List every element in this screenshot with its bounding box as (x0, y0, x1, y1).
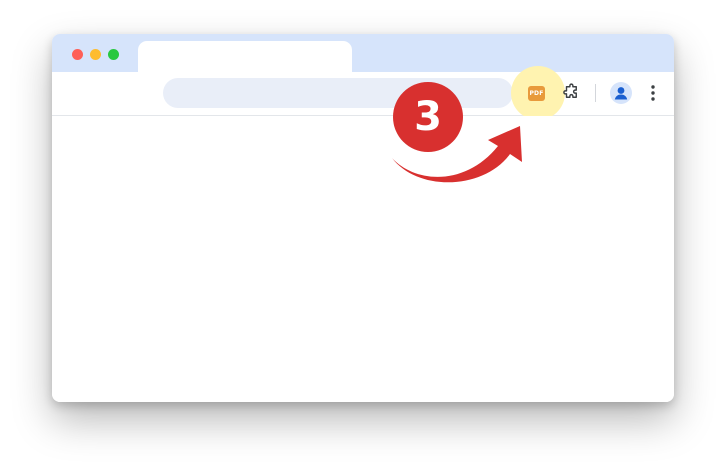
browser-toolbar: PDF (52, 66, 674, 120)
kebab-menu-icon[interactable] (648, 83, 658, 103)
pdf-extension-label: PDF (529, 90, 544, 97)
step-number-badge: 3 (393, 82, 463, 152)
pdf-extension-icon[interactable]: PDF (528, 86, 545, 101)
active-tab[interactable] (138, 41, 352, 75)
close-window-button[interactable] (72, 49, 83, 60)
screenshot-stage: PDF 3 (0, 0, 726, 471)
page-content-area (52, 116, 674, 402)
browser-window: PDF (52, 34, 674, 402)
tab-strip (52, 34, 674, 75)
profile-avatar-button[interactable] (610, 82, 632, 104)
person-icon (614, 87, 628, 100)
minimize-window-button[interactable] (90, 49, 101, 60)
zoom-window-button[interactable] (108, 49, 119, 60)
toolbar-separator (595, 84, 596, 102)
puzzle-icon[interactable] (562, 83, 580, 101)
